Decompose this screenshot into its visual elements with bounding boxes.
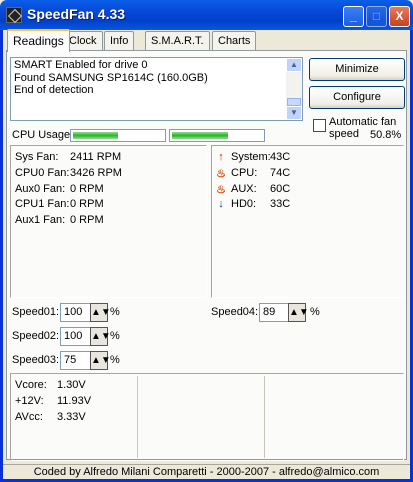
volt-row: Vcore: 1.30V xyxy=(15,379,86,391)
cpu-usage-fill-1 xyxy=(73,132,118,139)
speed02-spinner[interactable]: ▲▼ xyxy=(90,327,111,346)
cpu-usage-bar-1 xyxy=(70,129,166,142)
speed01-label: Speed01: xyxy=(12,306,60,318)
speed03-unit: % xyxy=(110,354,120,366)
fan-row: Aux0 Fan: 0 RPM xyxy=(15,183,104,195)
fan-value: 2411 RPM xyxy=(70,151,122,163)
minimize-window-button[interactable]: _ xyxy=(343,6,364,27)
automatic-fan-speed-checkbox[interactable] xyxy=(313,119,326,132)
down-arrow-icon: ↓ xyxy=(218,198,224,210)
fan-label: CPU1 Fan: xyxy=(15,198,70,210)
scroll-thumb[interactable] xyxy=(287,98,301,106)
cpu-usage-label: CPU Usage xyxy=(12,129,71,141)
scroll-up-arrow-icon[interactable]: ▲ xyxy=(286,58,302,72)
fan-label: Sys Fan: xyxy=(15,151,59,163)
maximize-window-button: □ xyxy=(366,6,387,27)
volt-label: AVcc: xyxy=(15,411,43,423)
log-line: SMART Enabled for drive 0 xyxy=(14,59,148,71)
minimize-button[interactable]: Minimize xyxy=(309,58,405,81)
temp-label: AUX: xyxy=(231,183,257,195)
window-title: SpeedFan 4.33 xyxy=(27,6,126,22)
speed01-unit: % xyxy=(110,306,120,318)
speed04-label: Speed04: xyxy=(211,306,259,318)
speed02-unit: % xyxy=(110,330,120,342)
volt-value: 11.93V xyxy=(57,395,92,407)
speed02-label: Speed02: xyxy=(12,330,60,342)
configure-button[interactable]: Configure xyxy=(309,86,405,109)
fan-value: 3426 RPM xyxy=(70,167,122,179)
close-window-button[interactable]: X xyxy=(389,6,410,27)
volt-value: 1.30V xyxy=(57,379,86,391)
speed04-unit: % xyxy=(310,306,320,318)
temp-label: System: xyxy=(231,151,271,163)
fan-value: 0 RPM xyxy=(70,183,104,195)
temp-value: 33C xyxy=(270,198,291,210)
temp-value: 74C xyxy=(270,167,291,179)
tab-smart[interactable]: S.M.A.R.T. xyxy=(145,31,210,51)
voltages-divider xyxy=(137,376,138,458)
speed01-input[interactable]: 100 xyxy=(60,303,92,322)
tab-charts[interactable]: Charts xyxy=(212,31,257,51)
temp-label: CPU: xyxy=(231,167,258,179)
volt-label: +12V: xyxy=(15,395,44,407)
speed04-input[interactable]: 89 xyxy=(259,303,289,322)
scroll-down-arrow-icon[interactable]: ▼ xyxy=(286,106,302,120)
speed03-spinner[interactable]: ▲▼ xyxy=(90,351,111,370)
fan-label: CPU0 Fan: xyxy=(15,167,70,179)
up-arrow-icon: ↑ xyxy=(218,151,224,163)
fan-row: Sys Fan: 2411 RPM xyxy=(15,151,121,163)
tab-info[interactable]: Info xyxy=(104,31,135,51)
fan-value: 0 RPM xyxy=(70,198,104,210)
fan-row: CPU0 Fan: 3426 RPM xyxy=(15,167,122,179)
speed03-label: Speed03: xyxy=(12,354,60,366)
detection-log[interactable]: SMART Enabled for drive 0 Found SAMSUNG … xyxy=(10,57,303,121)
fan-row: Aux1 Fan: 0 RPM xyxy=(15,214,104,226)
fan-label: Aux1 Fan: xyxy=(15,214,66,226)
app-icon[interactable] xyxy=(6,7,22,23)
cpu-usage-fill-2 xyxy=(172,132,228,139)
volt-row: AVcc: 3.33V xyxy=(15,411,86,423)
cpu-usage-bar-2 xyxy=(169,129,265,142)
speed04-spinner[interactable]: ▲▼ xyxy=(288,303,309,322)
log-scrollbar[interactable]: ▲ ▼ xyxy=(286,58,302,120)
cpu-usage-percent: 50.8% xyxy=(370,129,402,141)
temp-value: 43C xyxy=(270,151,291,163)
volt-value: 3.33V xyxy=(57,411,86,423)
speed02-input[interactable]: 100 xyxy=(60,327,92,346)
log-line: End of detection xyxy=(14,84,94,96)
temp-label: HD0: xyxy=(231,198,257,210)
fan-label: Aux0 Fan: xyxy=(15,183,66,195)
log-line: Found SAMSUNG SP1614C (160.0GB) xyxy=(14,71,208,84)
tab-readings[interactable]: Readings xyxy=(7,29,70,52)
temp-value: 60C xyxy=(270,183,291,195)
speed01-spinner[interactable]: ▲▼ xyxy=(90,303,111,322)
volt-row: +12V: 11.93V xyxy=(15,395,91,407)
fan-row: CPU1 Fan: 0 RPM xyxy=(15,198,104,210)
title-bar[interactable]: SpeedFan 4.33 _ □ X xyxy=(0,0,413,30)
flame-icon: ♨ xyxy=(216,184,226,196)
flame-icon: ♨ xyxy=(216,168,226,180)
status-bar: Coded by Alfredo Milani Comparetti - 200… xyxy=(3,464,410,479)
voltages-divider xyxy=(264,376,265,458)
speed03-input[interactable]: 75 xyxy=(60,351,92,370)
volt-label: Vcore: xyxy=(15,379,47,391)
fan-value: 0 RPM xyxy=(70,214,104,226)
